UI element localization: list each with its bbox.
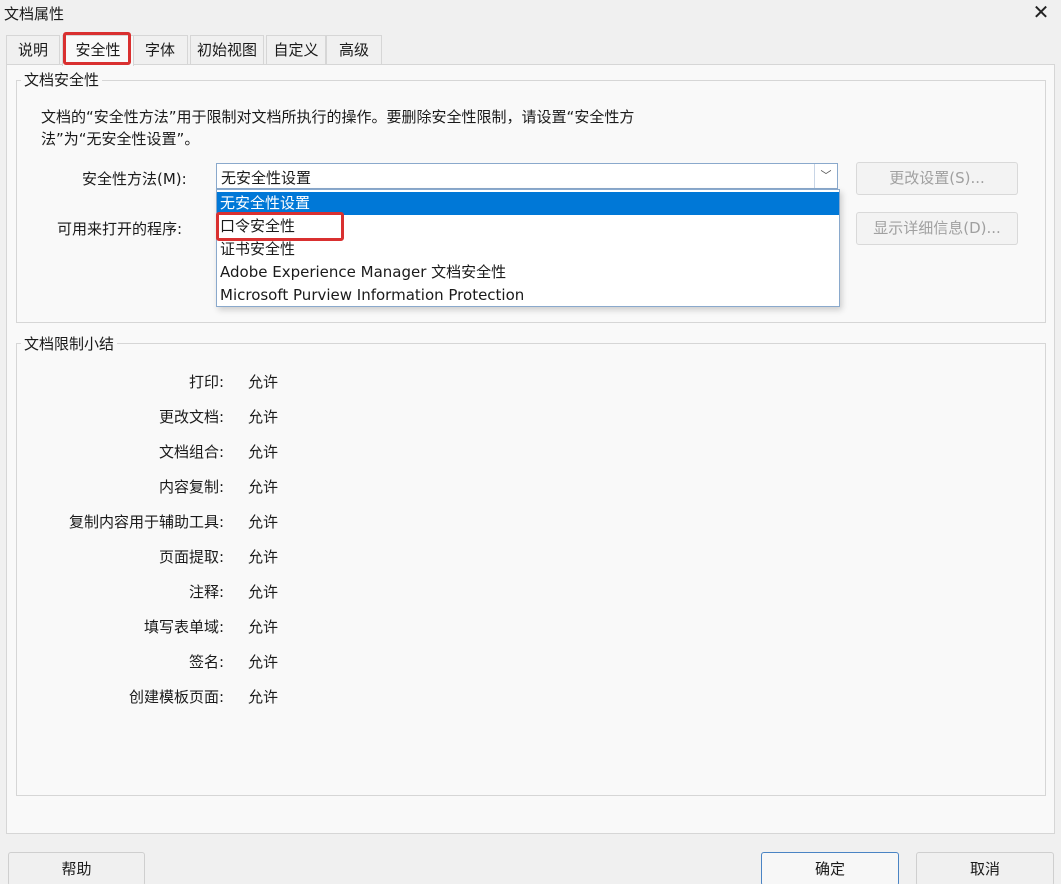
- tab-fonts[interactable]: 字体: [132, 35, 188, 64]
- tab-description[interactable]: 说明: [6, 35, 60, 64]
- close-icon[interactable]: ✕: [1027, 0, 1055, 26]
- window-title: 文档属性: [4, 5, 65, 23]
- option-certificate-security[interactable]: 证书安全性: [217, 238, 839, 261]
- security-description-line1: 文档的“安全性方法”用于限制对文档所执行的操作。要删除安全性限制，请设置“安全性…: [41, 108, 635, 126]
- print-value: 允许: [248, 373, 279, 391]
- chevron-down-icon[interactable]: ﹀: [814, 164, 837, 188]
- title-bar: 文档属性 ✕: [0, 0, 1061, 28]
- option-microsoft-purview[interactable]: Microsoft Purview Information Protection: [217, 284, 839, 307]
- restrictions-summary-title: 文档限制小结: [21, 333, 118, 354]
- template-pages-label: 创建模板页面:: [128, 688, 224, 706]
- content-copying-value: 允许: [248, 478, 279, 496]
- print-label: 打印:: [188, 373, 224, 391]
- page-extraction-value: 允许: [248, 548, 279, 566]
- accessibility-copying-value: 允许: [248, 513, 279, 531]
- template-pages-value: 允许: [248, 688, 279, 706]
- change-settings-button[interactable]: 更改设置(S)...: [856, 162, 1018, 195]
- cancel-button[interactable]: 取消: [916, 852, 1054, 884]
- document-properties-dialog: 文档属性 ✕ 说明 安全性 字体 初始视图 自定义 高级 文档安全性 文档的“安…: [0, 0, 1061, 884]
- option-aem-document-security[interactable]: Adobe Experience Manager 文档安全性: [217, 261, 839, 284]
- form-filling-value: 允许: [248, 618, 279, 636]
- signing-value: 允许: [248, 653, 279, 671]
- open-with-label: 可用来打开的程序:: [57, 220, 183, 238]
- document-assembly-label: 文档组合:: [158, 443, 224, 461]
- change-document-value: 允许: [248, 408, 279, 426]
- content-copying-label: 内容复制:: [158, 478, 224, 496]
- ok-button[interactable]: 确定: [761, 852, 899, 884]
- tab-custom[interactable]: 自定义: [266, 35, 326, 64]
- document-assembly-value: 允许: [248, 443, 279, 461]
- change-document-label: 更改文档:: [158, 408, 224, 426]
- security-method-value: 无安全性设置: [221, 169, 312, 187]
- security-method-dropdown: 无安全性设置 口令安全性 证书安全性 Adobe Experience Mana…: [216, 189, 840, 307]
- show-details-button[interactable]: 显示详细信息(D)...: [856, 212, 1018, 245]
- tab-advanced[interactable]: 高级: [326, 35, 382, 64]
- security-method-select[interactable]: 无安全性设置 ﹀: [216, 163, 838, 189]
- commenting-label: 注释:: [188, 583, 224, 601]
- tab-security[interactable]: 安全性: [62, 35, 134, 66]
- option-no-security[interactable]: 无安全性设置: [217, 192, 839, 215]
- commenting-value: 允许: [248, 583, 279, 601]
- form-filling-label: 填写表单域:: [143, 618, 224, 636]
- security-method-label: 安全性方法(M):: [82, 170, 187, 188]
- accessibility-copying-label: 复制内容用于辅助工具:: [68, 513, 224, 531]
- document-security-title: 文档安全性: [21, 69, 103, 90]
- page-extraction-label: 页面提取:: [158, 548, 224, 566]
- signing-label: 签名:: [188, 653, 224, 671]
- tab-initial-view[interactable]: 初始视图: [190, 35, 264, 64]
- security-description-line2: 法”为“无安全性设置”。: [41, 130, 200, 148]
- help-button[interactable]: 帮助: [8, 852, 145, 884]
- option-password-security[interactable]: 口令安全性: [217, 215, 839, 238]
